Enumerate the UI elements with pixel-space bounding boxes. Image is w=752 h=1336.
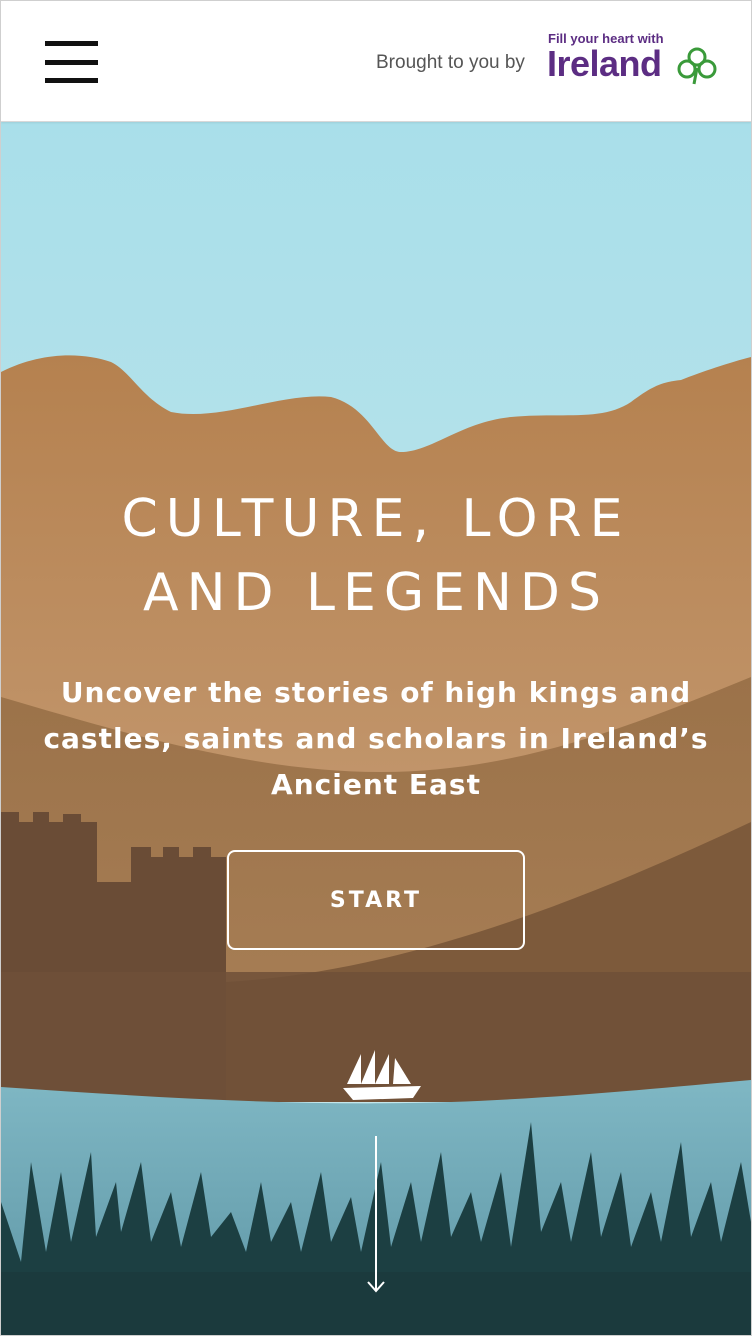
brand-wordmark: Ireland <box>547 43 662 84</box>
site-header: Brought to you by Fill your heart with I… <box>1 1 751 122</box>
scroll-down-arrow-icon[interactable] <box>366 1136 386 1296</box>
menu-bar <box>45 78 98 83</box>
page-title: CULTURE, LORE AND LEGENDS <box>1 482 751 630</box>
menu-bar <box>45 60 98 65</box>
sailing-ship-icon <box>343 1050 421 1100</box>
hero-section: CULTURE, LORE AND LEGENDS Uncover the st… <box>1 122 751 1335</box>
shamrock-icon <box>677 47 717 85</box>
title-line-1: CULTURE, LORE <box>121 489 631 549</box>
menu-bar <box>45 41 98 46</box>
start-button[interactable]: START <box>227 850 525 950</box>
page-subtitle: Uncover the stories of high kings and ca… <box>43 676 709 801</box>
sponsor-brand[interactable]: Brought to you by Fill your heart with I… <box>376 31 721 91</box>
title-line-2: AND LEGENDS <box>143 563 609 623</box>
app-frame: Brought to you by Fill your heart with I… <box>0 0 752 1336</box>
hamburger-menu-icon[interactable] <box>45 41 99 85</box>
brought-by-text: Brought to you by <box>376 52 525 73</box>
